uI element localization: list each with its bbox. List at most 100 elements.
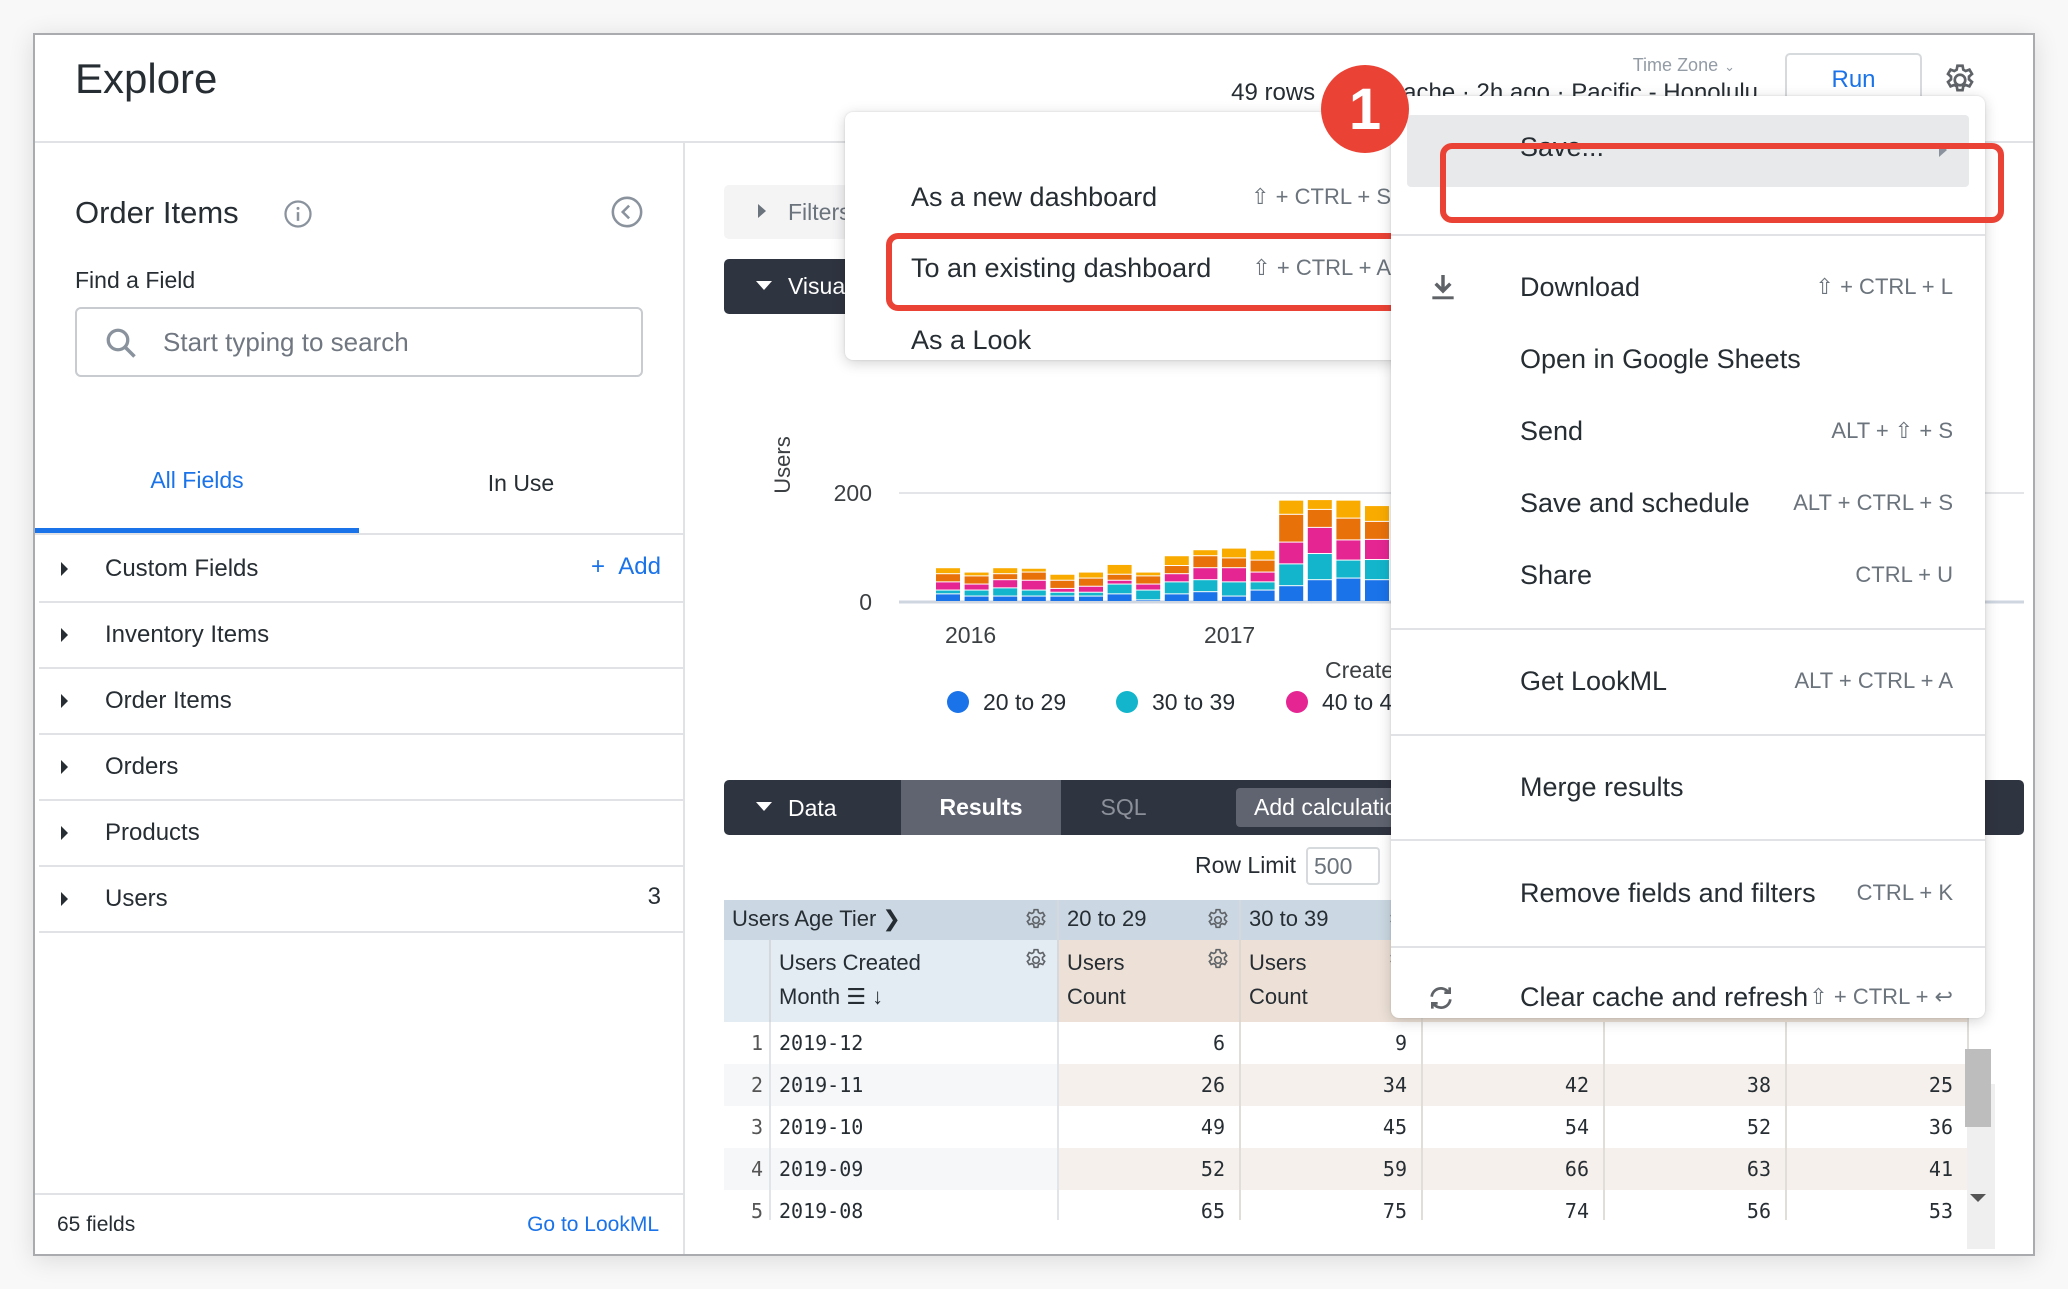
field-group-products[interactable]: Products [39,801,683,867]
bar-segment[interactable] [1107,580,1132,584]
bar-segment[interactable] [1307,554,1332,580]
bar-stack[interactable] [1107,564,1132,601]
gear-icon[interactable] [1205,947,1231,973]
legend-item[interactable]: 40 to 49 [1286,689,1405,716]
bar-segment[interactable] [1164,566,1189,574]
bar-segment[interactable] [964,576,989,584]
bar-segment[interactable] [1222,582,1246,596]
bar-stack[interactable] [1136,572,1161,601]
bar-segment[interactable] [1136,572,1161,576]
tab-in-use[interactable]: In Use [359,433,683,533]
bar-segment[interactable] [1250,582,1275,590]
bar-segment[interactable] [964,590,989,596]
bar-segment[interactable] [1079,592,1103,596]
bar-stack[interactable] [1279,500,1304,601]
table-row[interactable]: 3 2019-10 49 45 54 52 36 [724,1106,1969,1148]
bar-segment[interactable] [993,574,1018,580]
tab-sql[interactable]: SQL [1061,780,1186,835]
field-search-input[interactable] [163,319,623,365]
table-scrollbar-thumb[interactable] [1965,1049,1991,1127]
field-group-custom-fields[interactable]: Custom Fields + Add [39,537,683,603]
bar-segment[interactable] [1164,594,1189,601]
bar-segment[interactable] [1164,574,1189,582]
bar-stack[interactable] [964,572,989,601]
measure-header-cell[interactable]: Users Count [1059,940,1241,1022]
bar-stack[interactable] [936,568,960,601]
bar-segment[interactable] [1222,548,1246,558]
table-row[interactable]: 5 2019-08 65 75 74 56 53 [724,1190,1969,1220]
scroll-down-arrow-icon[interactable] [1970,1194,1986,1202]
bar-segment[interactable] [1079,578,1103,586]
bar-segment[interactable] [964,572,989,576]
bar-stack[interactable] [1250,550,1275,601]
table-row[interactable]: 1 2019-12 6 9 [724,1022,1969,1064]
caret-down-icon[interactable] [756,802,772,811]
collapse-sidebar-icon[interactable] [610,195,644,229]
bar-stack[interactable] [1164,556,1189,601]
gear-icon[interactable] [1942,62,1978,98]
bar-segment[interactable] [1279,514,1304,542]
pivot-header-cell[interactable]: Users Age Tier ❯ [724,900,1059,940]
bar-segment[interactable] [1365,580,1389,601]
info-icon[interactable] [283,199,313,229]
table-row[interactable]: 4 2019-09 52 59 66 63 41 [724,1148,1969,1190]
gear-icon[interactable] [1023,947,1049,973]
bar-segment[interactable] [1050,574,1075,580]
pivot-toggle-icon[interactable]: ☰ [846,984,866,1009]
timezone-dropdown[interactable]: Time Zone ⌄ [1633,55,1735,76]
bar-segment[interactable] [1107,564,1132,574]
data-toggle[interactable]: Data [788,795,837,822]
bar-segment[interactable] [1365,539,1389,560]
bar-segment[interactable] [964,584,989,590]
bar-segment[interactable] [964,596,989,601]
bar-stack[interactable] [1021,568,1046,601]
bar-segment[interactable] [1250,572,1275,582]
bar-segment[interactable] [993,580,1018,588]
pivot-value-header[interactable]: 20 to 29 [1059,900,1241,940]
bar-segment[interactable] [1136,576,1161,584]
dimension-header-cell[interactable]: Users Created Month ☰ ↓ [771,940,1059,1022]
field-group-orders[interactable]: Orders [39,735,683,801]
bar-segment[interactable] [1365,521,1389,539]
bar-segment[interactable] [1336,560,1361,578]
bar-segment[interactable] [1250,550,1275,560]
bar-segment[interactable] [1250,590,1275,601]
bar-segment[interactable] [1136,584,1161,590]
bar-segment[interactable] [936,568,960,574]
bar-segment[interactable] [993,568,1018,574]
menu-item-save[interactable]: Save... [1407,115,1969,187]
bar-stack[interactable] [1365,506,1389,601]
bar-segment[interactable] [1164,582,1189,594]
bar-segment[interactable] [1136,590,1161,600]
bar-segment[interactable] [1079,596,1103,601]
bar-segment[interactable] [1279,564,1304,586]
bar-segment[interactable] [1193,556,1218,568]
bar-segment[interactable] [1136,600,1161,601]
add-custom-field-button[interactable]: + Add [591,553,661,581]
tab-all-fields[interactable]: All Fields [35,433,359,533]
bar-segment[interactable] [1050,588,1075,592]
bar-segment[interactable] [1193,580,1218,592]
bar-segment[interactable] [936,582,960,590]
bar-stack[interactable] [1222,548,1246,601]
legend-item[interactable]: 30 to 39 [1116,689,1235,716]
bar-segment[interactable] [1307,500,1332,509]
field-group-users[interactable]: Users 3 [39,867,683,933]
field-search[interactable] [75,307,643,377]
bar-segment[interactable] [1021,590,1046,596]
bar-segment[interactable] [1307,580,1332,601]
row-limit-input[interactable]: 500 [1306,847,1380,885]
bar-stack[interactable] [1079,572,1103,601]
bar-segment[interactable] [1365,560,1389,580]
bar-segment[interactable] [1193,568,1218,580]
bar-segment[interactable] [1222,596,1246,601]
bar-segment[interactable] [1050,596,1075,601]
field-group-order-items[interactable]: Order Items [39,669,683,735]
bar-segment[interactable] [1021,572,1046,580]
bar-segment[interactable] [1365,506,1389,521]
field-group-inventory-items[interactable]: Inventory Items [39,603,683,669]
bar-segment[interactable] [1336,578,1361,601]
bar-segment[interactable] [1107,584,1132,594]
bar-segment[interactable] [1021,580,1046,590]
bar-segment[interactable] [1336,540,1361,560]
